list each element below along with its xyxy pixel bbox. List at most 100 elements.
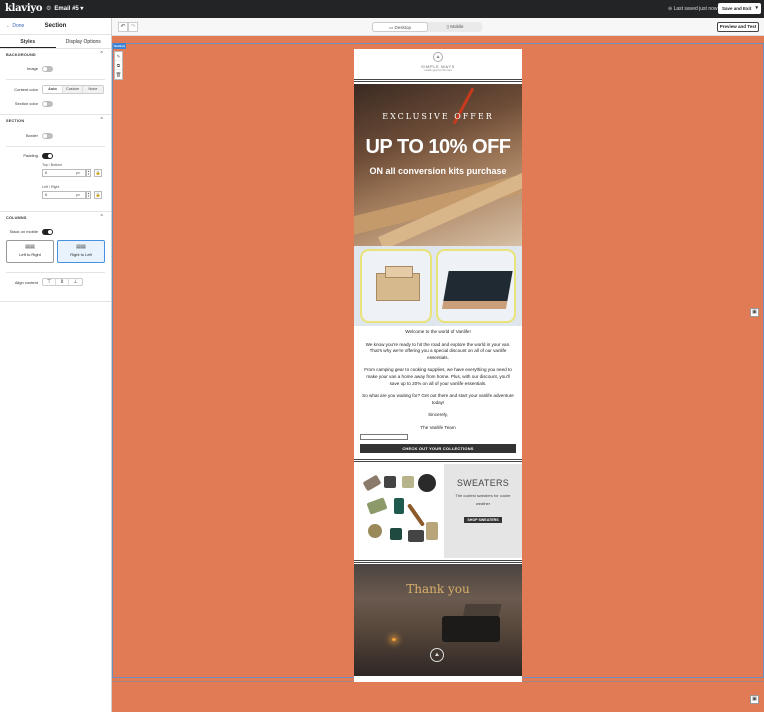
lock-icon[interactable]: 🔒 (94, 169, 102, 177)
tab-display-options[interactable]: Display Options (56, 35, 112, 48)
chevron-up-icon[interactable]: ⌃ (100, 51, 104, 57)
content-color-label: Content color (14, 87, 38, 92)
align-content-label: Align content (14, 280, 38, 285)
stack-on-mobile-label: Stack on mobile (9, 229, 38, 234)
hero-headline: UP TO 10% OFF (365, 136, 511, 158)
klaviyo-logo[interactable]: klaviyo (5, 3, 43, 14)
mobile-icon: ▯ (446, 24, 449, 29)
section-heading: SECTION (6, 119, 25, 123)
left-right-stepper[interactable]: ▴ ▾ (86, 191, 91, 199)
section-tag[interactable]: Section (113, 43, 126, 49)
collections-cta-button[interactable]: CHECK OUT YOUR COLLECTIONS (360, 443, 516, 453)
padding-label: Padding (23, 153, 38, 158)
chevron-down-icon: ▾ (80, 6, 84, 12)
camping-gear-image[interactable] (354, 463, 444, 558)
wood-plank (354, 170, 522, 236)
save-block-icon[interactable]: ▣ (750, 308, 759, 317)
desktop-icon: ▭ (388, 25, 394, 30)
body-paragraph: Welcome to the world of Vanlife! (405, 329, 471, 334)
duplicate-icon[interactable]: ⧉ (115, 61, 122, 70)
body-signature: The Vanlife Team (420, 424, 456, 430)
email-divider (354, 559, 522, 563)
delete-icon[interactable]: 🗑 (115, 70, 122, 79)
sidebar-tabs: Styles Display Options (0, 35, 111, 49)
email-body-text[interactable]: Welcome to the world of Vanlife! We know… (354, 326, 522, 432)
save-status-label: Last saved just now (673, 6, 718, 12)
border-toggle[interactable] (42, 133, 53, 139)
conversion-kit-image (376, 266, 420, 301)
chevron-up-icon[interactable]: ⌃ (100, 214, 104, 220)
left-to-right-option[interactable]: ▤▤ Left to Right (6, 240, 54, 263)
canvas-toolbar: ↶ ↷ ▭ Desktop ▯ Mobile Preview and Test (112, 18, 764, 36)
align-bottom-icon[interactable]: ⊥ (69, 279, 82, 285)
body-paragraph: From camping gear to cooking supplies, w… (364, 367, 512, 386)
campfire (392, 637, 396, 641)
stack-on-mobile-toggle[interactable] (42, 229, 53, 235)
empty-text-block[interactable] (360, 433, 408, 440)
content-color-custom[interactable]: Custom (63, 86, 83, 93)
background-heading: BACKGROUND (6, 53, 36, 57)
desktop-label: Desktop (394, 25, 412, 30)
left-to-right-label: Left to Right (19, 252, 41, 257)
gear-icon: ⚙ (46, 6, 52, 12)
content-color-segmented: Auto Custom None (42, 85, 104, 94)
top-bottom-stepper[interactable]: ▴ ▾ (86, 169, 91, 177)
email-preview: ⛰ SIMPLE WAYS vanlife gear for the road … (354, 49, 522, 682)
gear-item (402, 475, 414, 488)
redo-icon[interactable]: ↷ (128, 22, 138, 32)
gear-item (426, 521, 438, 540)
image-label: Image (26, 66, 38, 71)
sweaters-subtitle: The coziest sweaters for cooler weather (455, 492, 511, 506)
lock-icon[interactable]: 🔒 (94, 191, 102, 199)
thank-you-image[interactable]: Thank you ⛰ (354, 563, 522, 676)
mobile-view-button[interactable]: ▯ Mobile (428, 22, 482, 32)
image-toggle[interactable] (42, 66, 53, 72)
edit-icon[interactable]: ✎ (115, 52, 122, 61)
desktop-view-button[interactable]: ▭ Desktop (372, 22, 428, 32)
section-color-toggle[interactable] (42, 101, 53, 107)
background-section-header[interactable]: BACKGROUND ⌃ (0, 49, 111, 61)
right-to-left-label: Right to Left (70, 252, 92, 257)
save-and-exit-button[interactable]: Save and Exit ▾ (718, 3, 761, 14)
columns-rtl-icon: ▤▤ (76, 244, 86, 250)
sweaters-section[interactable]: SWEATERS The coziest sweaters for cooler… (354, 463, 522, 558)
hero-image[interactable]: EXCLUSIVE OFFER UP TO 10% OFF ON all con… (354, 84, 522, 246)
gear-item (362, 474, 382, 491)
product-card-bed[interactable] (436, 249, 516, 323)
hero-subline: ON all conversion kits purchase (369, 166, 507, 176)
brand-mountain-icon: ⛰ (433, 52, 443, 62)
thank-you-title: Thank you (406, 581, 470, 596)
align-top-icon[interactable]: ⊤ (43, 279, 56, 285)
sidebar-header: ← Done Section (0, 18, 111, 35)
product-card-kit[interactable] (360, 249, 432, 323)
email-header[interactable]: ⛰ SIMPLE WAYS vanlife gear for the road (354, 49, 522, 79)
cloud-check-icon: ⊖ (668, 6, 673, 12)
undo-icon[interactable]: ↶ (118, 22, 128, 32)
save-status: ⊖ Last saved just now (668, 6, 718, 12)
hero-kicker: EXCLUSIVE OFFER (382, 112, 494, 121)
body-paragraph: So what are you waiting for? Get out the… (362, 393, 514, 405)
padding-toggle[interactable] (42, 153, 53, 159)
align-middle-icon[interactable]: ⇕ (56, 279, 69, 285)
bed-platform-image (443, 271, 513, 301)
brand-tagline: vanlife gear for the road (424, 69, 452, 72)
content-color-auto[interactable]: Auto (43, 86, 63, 93)
sweaters-text-panel: SWEATERS The coziest sweaters for cooler… (444, 463, 522, 558)
overland-vehicle (442, 615, 500, 642)
right-to-left-option[interactable]: ▤▤ Right to Left (57, 240, 105, 263)
chevron-down-icon[interactable]: ▾ (755, 3, 758, 14)
section-tools: ✎ ⧉ 🗑 (114, 51, 123, 80)
columns-section-header[interactable]: COLUMNS ⌃ (0, 212, 111, 224)
gear-item (368, 523, 382, 538)
section-section-header[interactable]: SECTION ⌃ (0, 115, 111, 127)
border-label: Border (25, 133, 38, 138)
gear-item (406, 502, 426, 527)
product-images-row[interactable] (354, 246, 522, 326)
shop-sweaters-button[interactable]: SHOP SWEATERS (464, 516, 502, 523)
tab-styles[interactable]: Styles (0, 35, 56, 48)
preview-and-test-button[interactable]: Preview and Test (717, 22, 759, 32)
save-block-icon[interactable]: ▣ (750, 695, 759, 704)
email-name-menu[interactable]: ⚙ Email #5 ▾ (46, 5, 83, 12)
chevron-up-icon[interactable]: ⌃ (100, 117, 104, 123)
content-color-none[interactable]: None (83, 86, 103, 93)
